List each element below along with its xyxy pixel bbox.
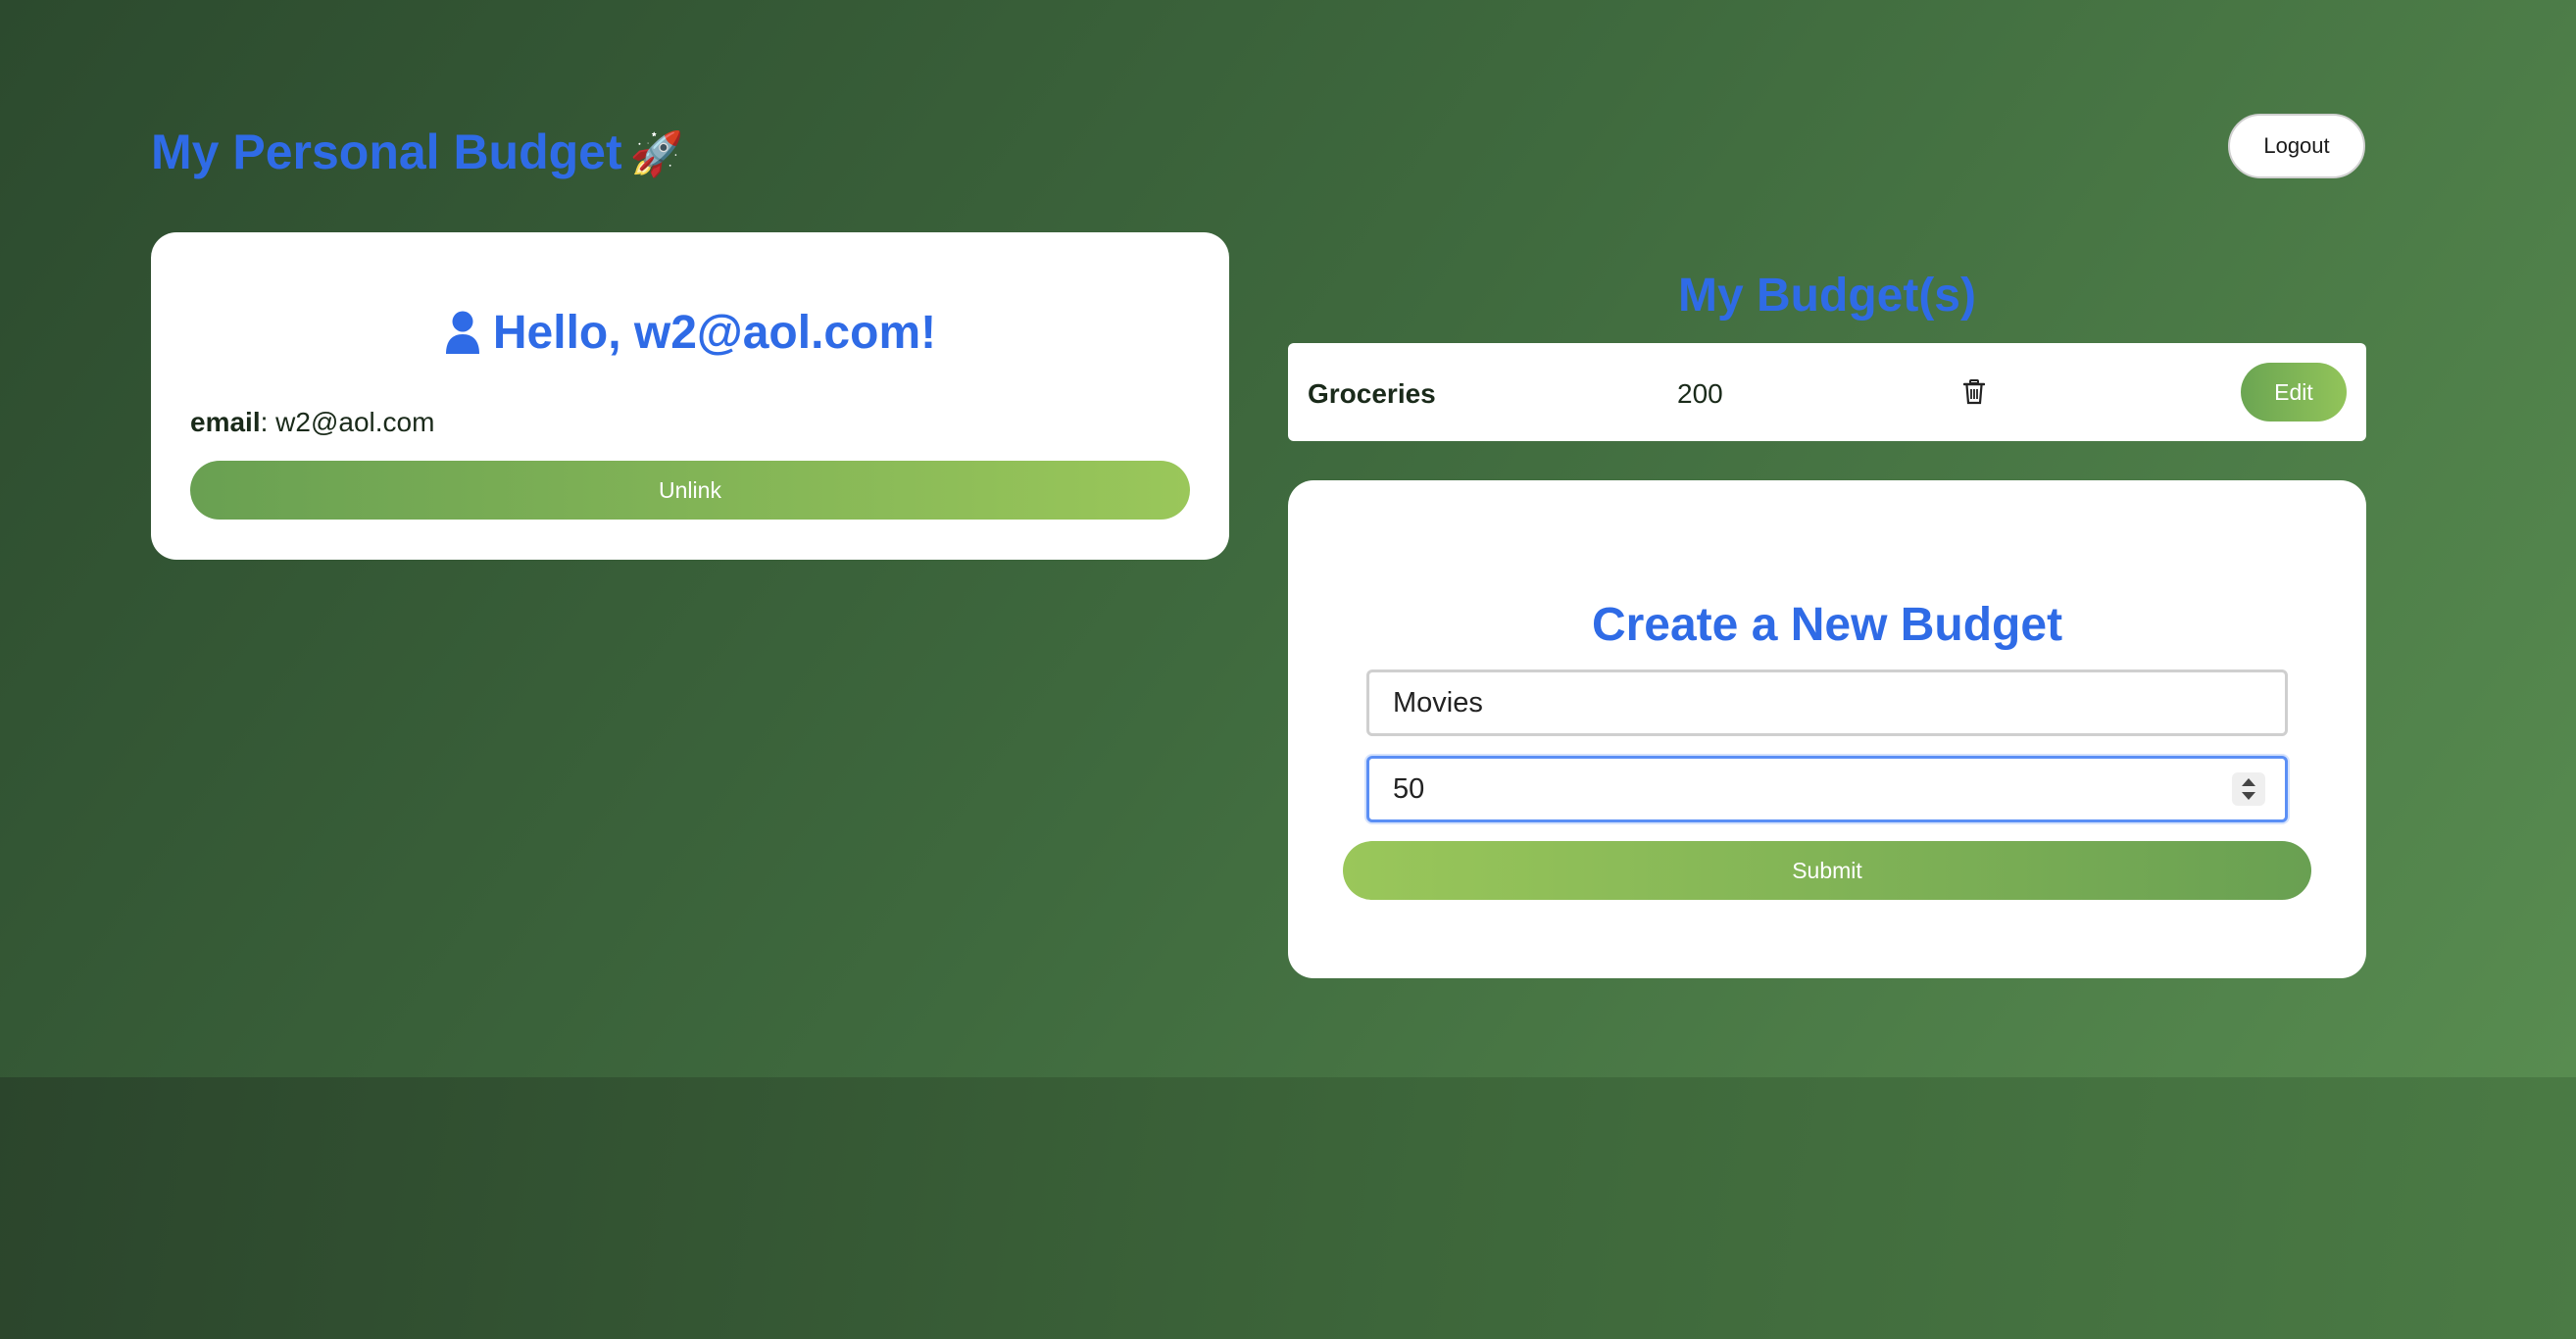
- email-value: w2@aol.com: [275, 407, 435, 437]
- budget-amount: 200: [1677, 378, 1723, 409]
- email-line: email: w2@aol.com: [190, 407, 435, 437]
- footer-band: [0, 1077, 2576, 1339]
- greeting-heading: Hello, w2@aol.com!: [151, 306, 1229, 360]
- budget-name-input[interactable]: [1366, 670, 2288, 736]
- app-title: My Personal Budget 🚀: [151, 124, 683, 180]
- budgets-heading: My Budget(s): [1678, 270, 1976, 322]
- budget-amount-input[interactable]: [1366, 756, 2288, 822]
- edit-button[interactable]: Edit: [2241, 363, 2347, 422]
- budget-name: Groceries: [1308, 378, 1436, 409]
- create-budget-card: Create a New Budget Submit: [1288, 480, 2366, 978]
- email-label: email: [190, 407, 261, 437]
- create-budget-heading: Create a New Budget: [1591, 599, 2063, 651]
- user-icon: [445, 311, 479, 354]
- unlink-button[interactable]: Unlink: [190, 461, 1190, 520]
- rocket-icon: 🚀: [629, 129, 684, 179]
- submit-button[interactable]: Submit: [1343, 841, 2311, 900]
- app-title-text: My Personal Budget: [151, 124, 622, 179]
- logout-button[interactable]: Logout: [2228, 114, 2365, 178]
- greeting-text: Hello, w2@aol.com!: [492, 307, 937, 359]
- number-stepper-icon[interactable]: [2232, 772, 2265, 806]
- trash-icon[interactable]: [1963, 379, 1985, 405]
- profile-card: Hello, w2@aol.com! email: w2@aol.com Unl…: [151, 232, 1229, 560]
- budget-row: Groceries 200 Edit: [1288, 343, 2366, 441]
